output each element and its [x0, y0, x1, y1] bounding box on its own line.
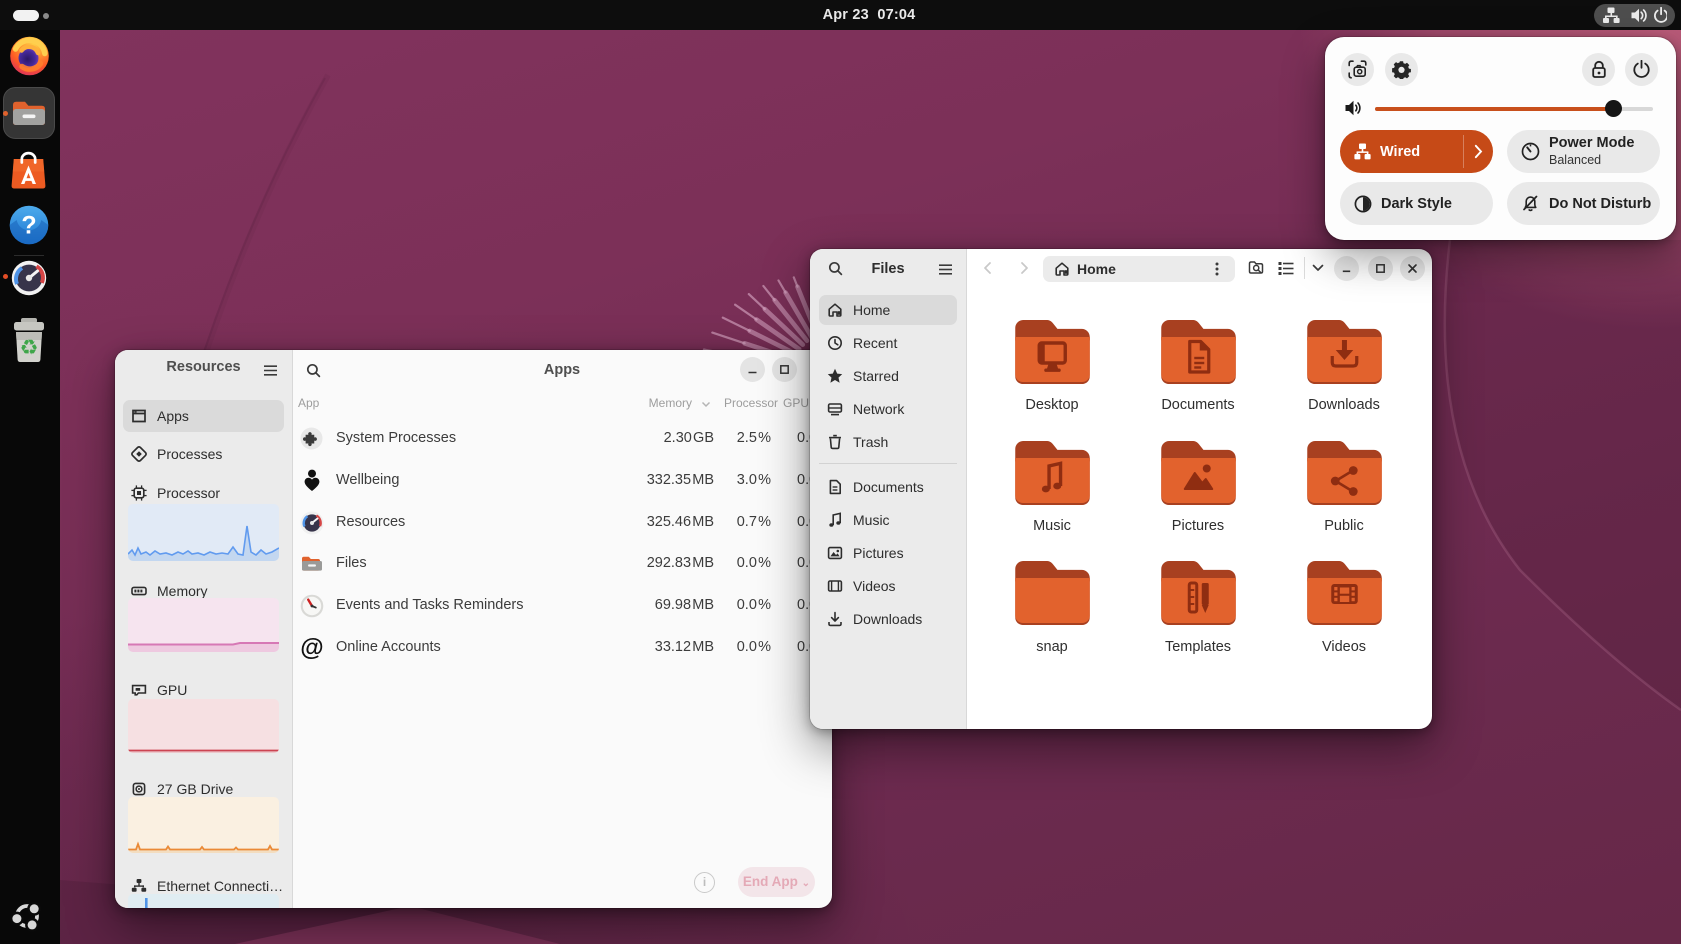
svg-text:?: ? [21, 212, 36, 240]
svg-text:♻: ♻ [20, 337, 39, 360]
svg-text:@: @ [300, 636, 323, 660]
